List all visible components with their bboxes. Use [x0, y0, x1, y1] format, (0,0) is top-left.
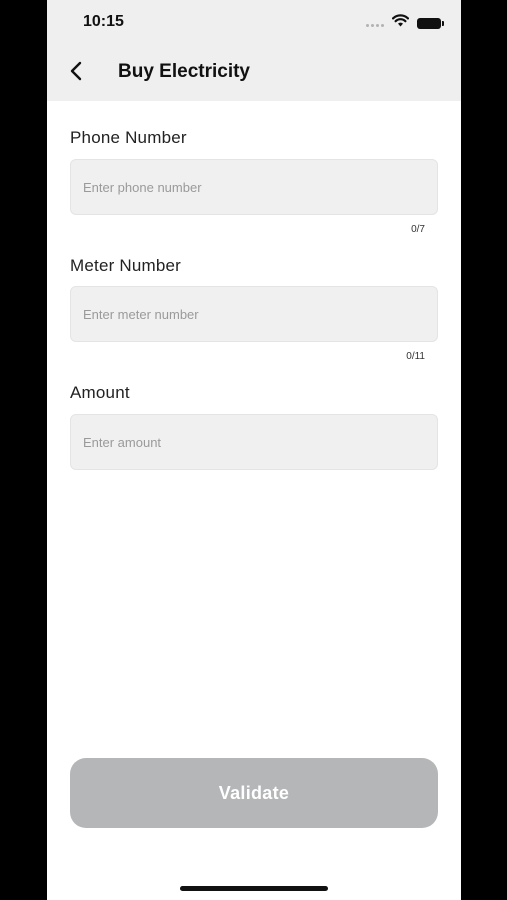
page-title: Buy Electricity — [118, 61, 250, 82]
app-screen: 10:15 Buy Electricity Phone Number Enter… — [47, 0, 461, 900]
phone-number-input[interactable] — [70, 159, 438, 215]
status-icons — [366, 14, 444, 32]
phone-number-label: Phone Number — [70, 128, 187, 147]
battery-icon — [417, 17, 444, 29]
status-time: 10:15 — [83, 13, 124, 30]
back-button[interactable] — [65, 60, 87, 86]
meter-number-counter: 0/11 — [406, 351, 425, 362]
phone-number-counter: 0/7 — [411, 224, 425, 235]
header-area: 10:15 Buy Electricity — [47, 0, 461, 101]
chevron-left-icon — [70, 61, 82, 86]
meter-number-input[interactable] — [70, 286, 438, 342]
amount-input[interactable] — [70, 414, 438, 470]
home-indicator — [180, 886, 328, 891]
validate-button[interactable]: Validate — [70, 758, 438, 828]
signal-icon — [366, 23, 384, 27]
meter-number-label: Meter Number — [70, 256, 182, 275]
amount-label: Amount — [70, 383, 130, 402]
wifi-icon — [391, 14, 410, 32]
